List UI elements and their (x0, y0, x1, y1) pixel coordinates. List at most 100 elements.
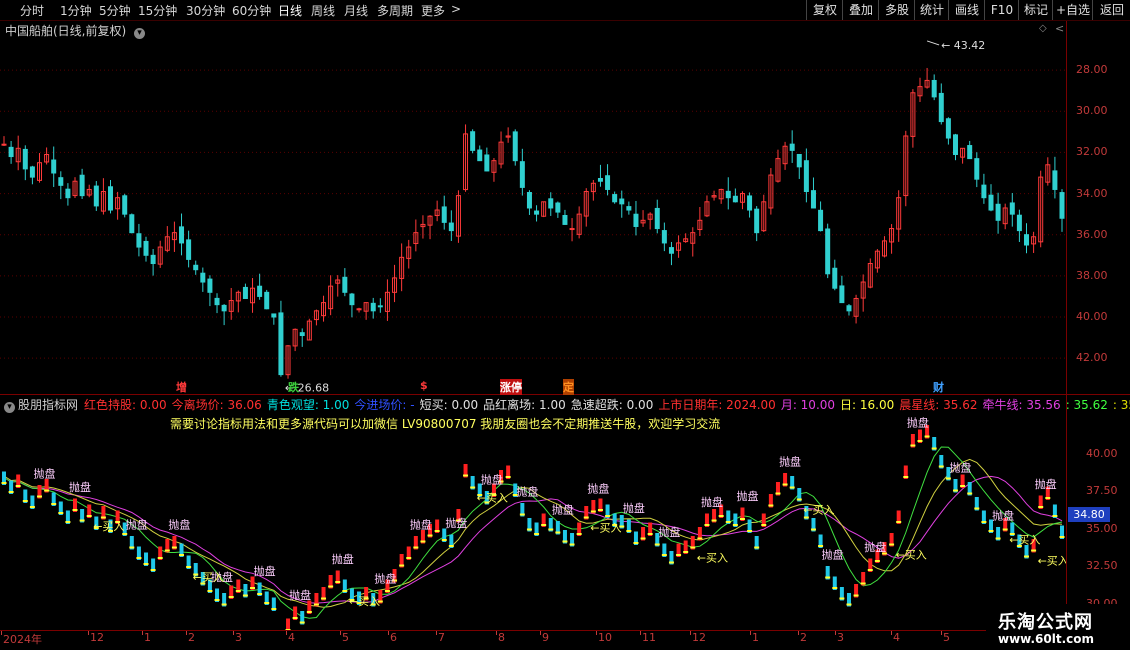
indicator-dash (555, 531, 561, 534)
indicator-dash (647, 533, 653, 535)
buy-label: ←买入 (477, 492, 508, 505)
period-tab-9[interactable]: 多周期 (377, 2, 413, 19)
period-tab-8[interactable]: 月线 (344, 2, 368, 19)
indicator-dash (342, 590, 348, 592)
candle-body (1023, 234, 1029, 246)
date-tick-label: 1 (752, 631, 759, 644)
indicator-dash (257, 593, 263, 595)
chevron-right-icon[interactable]: > (451, 2, 461, 16)
indicator-dash (846, 603, 852, 606)
indicator-dash (406, 557, 412, 559)
event-marker-4[interactable]: 定 (563, 379, 574, 395)
toolbar-button-6[interactable]: 标记 (1018, 0, 1053, 20)
toolbar-button-7[interactable]: +自选 (1052, 0, 1093, 20)
price-chart[interactable]: ← 43.42← 26.68 (0, 21, 1066, 393)
sell-label: 抛盘 (701, 495, 723, 509)
indicator-value-12: : 35.62 (1065, 398, 1108, 412)
date-tick-label: 8 (498, 631, 505, 644)
indicator-dash (626, 530, 632, 532)
toolbar-button-0[interactable]: 复权 (806, 0, 843, 20)
indicator-dash (150, 569, 156, 571)
period-tab-2[interactable]: 5分钟 (99, 2, 131, 19)
indicator-dash (22, 500, 28, 502)
date-tick-label: 2024年 (3, 633, 42, 646)
period-tab-7[interactable]: 周线 (311, 2, 335, 19)
indicator-dash (704, 524, 710, 526)
period-tab-4[interactable]: 30分钟 (186, 2, 225, 19)
date-tick-mark (835, 631, 836, 635)
indicator-value-5: 品红离场: 1.00 (483, 398, 566, 412)
indicator-dash (676, 554, 682, 556)
period-tab-10[interactable]: 更多 (421, 2, 445, 19)
period-tab-1[interactable]: 1分钟 (60, 2, 92, 19)
candle-body (484, 154, 490, 172)
indicator-dash (718, 515, 724, 517)
candle-body (186, 239, 192, 260)
period-tab-5[interactable]: 60分钟 (232, 2, 271, 19)
date-tick-mark (540, 631, 541, 635)
sell-label: 抛盘 (587, 482, 609, 496)
sell-label: 抛盘 (445, 516, 467, 530)
indicator-value-9: 日: 16.00 (840, 398, 895, 412)
event-marker-1[interactable]: 跌 (288, 379, 299, 395)
date-tick-label: 5 (342, 631, 349, 644)
indicator-dash (1002, 528, 1008, 531)
event-marker-2[interactable]: $ (420, 379, 428, 392)
indicator-dash (100, 516, 106, 519)
event-marker-0[interactable]: 增 (176, 379, 187, 395)
candle-body (534, 210, 540, 215)
candle-body (342, 276, 348, 293)
candle-body (179, 226, 185, 244)
candle-body (995, 203, 1001, 221)
indicator-dash (789, 486, 795, 489)
indicator-dash (597, 509, 603, 511)
event-marker-5[interactable]: 财 (933, 379, 944, 395)
indicator-dash (768, 504, 774, 507)
toolbar-button-8[interactable]: 返回 (1092, 0, 1130, 20)
date-tick-label: 2 (800, 631, 807, 644)
indicator-dash (335, 581, 341, 583)
toolbar-button-2[interactable]: 多股 (878, 0, 915, 20)
date-tick-label: 9 (542, 631, 549, 644)
indicator-dash (15, 485, 21, 487)
period-tab-0[interactable]: 分时 (20, 2, 44, 19)
event-marker-3[interactable]: 涨停 (500, 379, 522, 395)
period-tab-3[interactable]: 15分钟 (138, 2, 177, 19)
date-tick-label: 12 (90, 631, 104, 644)
indicator-dash (860, 582, 866, 585)
indicator-dash (803, 516, 809, 519)
toolbar-button-3[interactable]: 统计 (914, 0, 949, 20)
candle-body (108, 186, 114, 211)
sell-label: 抛盘 (481, 473, 503, 487)
date-axis: 2024年 12 1 2 3 4 5 6 7 8 9 10 11 12 1 2 3 4 5 (0, 631, 1066, 650)
toolbar-button-5[interactable]: F10 (984, 0, 1019, 20)
indicator-dash (29, 506, 35, 508)
indicator-dash (995, 537, 1001, 540)
indicator-dash (796, 498, 802, 501)
indicator-dash (917, 440, 923, 442)
right-axis-panel (1066, 21, 1067, 631)
indicator-dash (207, 590, 213, 592)
sell-label: 抛盘 (69, 480, 91, 494)
toolbar-button-4[interactable]: 画线 (948, 0, 985, 20)
candle-body (945, 118, 951, 139)
indicator-dash (548, 528, 554, 531)
buy-label: ←买入 (193, 571, 224, 584)
price-tick-label: 40.00 (1076, 310, 1108, 323)
indicator-dash (65, 521, 71, 523)
indicator-value-1: 今离场价: 36.06 (171, 398, 262, 412)
indicator-tick-label: 35.00 (1086, 521, 1118, 535)
candle-body (661, 230, 667, 244)
sell-label: 抛盘 (34, 467, 56, 481)
period-tab-6[interactable]: 日线 (278, 2, 302, 19)
indicator-dash (86, 515, 92, 517)
chevron-down-icon[interactable]: ▾ (4, 402, 15, 413)
candle-body (967, 145, 973, 160)
candle-body (477, 149, 483, 162)
indicator-dash (420, 540, 426, 543)
candle-body (668, 247, 674, 254)
indicator-dash (58, 512, 64, 514)
candle-body (725, 190, 731, 199)
indicator-value-11: 牵牛线: 35.56 (982, 398, 1061, 412)
toolbar-button-1[interactable]: 叠加 (842, 0, 879, 20)
